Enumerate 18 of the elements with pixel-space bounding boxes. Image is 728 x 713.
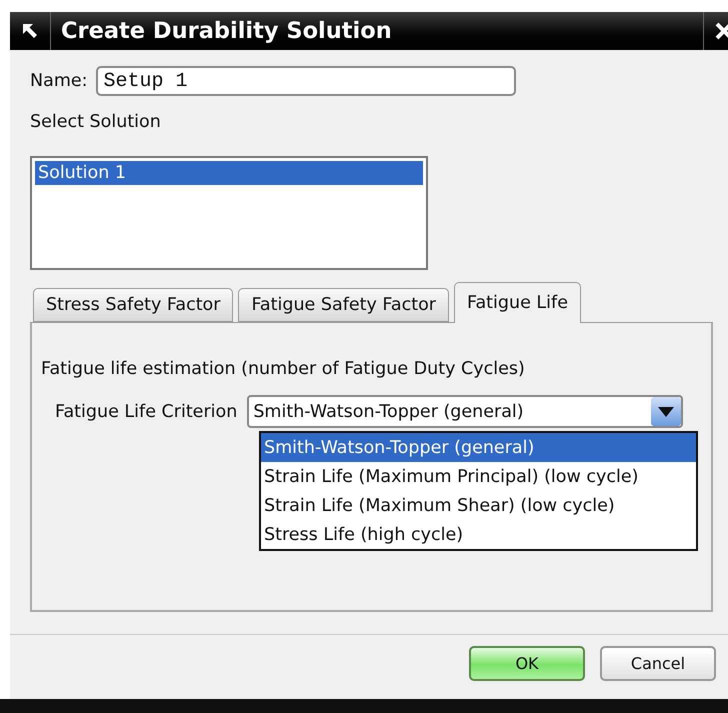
solution-list[interactable]: Solution 1 xyxy=(30,156,428,270)
criterion-dropdown[interactable]: Smith-Watson-Topper (general) xyxy=(247,395,684,428)
cancel-button[interactable]: Cancel xyxy=(600,646,716,681)
pointer-icon[interactable] xyxy=(21,22,39,40)
name-label: Name: xyxy=(30,71,88,91)
name-field[interactable]: Setup 1 xyxy=(96,66,516,96)
criterion-label: Fatigue Life Criterion xyxy=(55,402,238,422)
description-text: Fatigue life estimation (number of Fatigue Duty Cycles) xyxy=(41,359,526,379)
tab[interactable]: Stress Safety Factor xyxy=(33,288,234,322)
close-icon[interactable] xyxy=(714,21,728,41)
tab[interactable]: Fatigue Life xyxy=(454,282,581,323)
select-solution-label: Select Solution xyxy=(30,112,162,132)
solution-item[interactable]: Solution 1 xyxy=(35,161,423,185)
window-title: Create Durability Solution xyxy=(60,18,393,44)
tab[interactable]: Fatigue Safety Factor xyxy=(238,288,449,322)
ok-button[interactable]: OK xyxy=(469,646,585,681)
dropdown-option[interactable]: Smith-Watson-Topper (general) xyxy=(261,433,696,462)
dropdown-arrow-icon[interactable] xyxy=(657,406,676,418)
